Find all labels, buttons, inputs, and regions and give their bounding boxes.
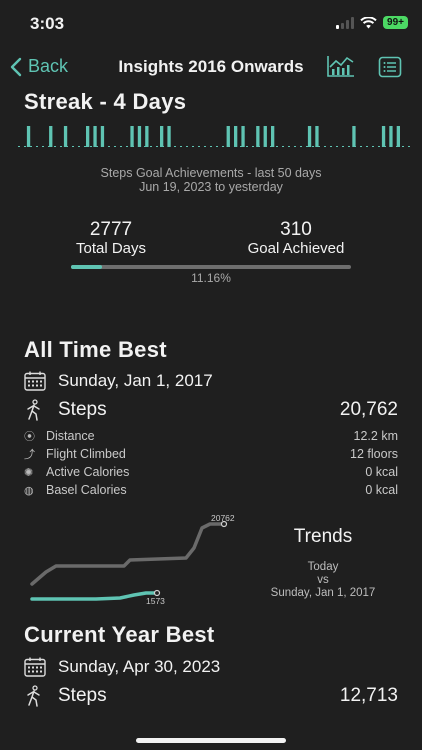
total-days-value: 2777 — [89, 219, 133, 240]
streak-day-bar — [100, 126, 105, 147]
metric-label: Distance — [46, 429, 95, 443]
goal-progress-fill — [71, 265, 103, 269]
flame-icon: ✺ — [24, 466, 34, 479]
metric-row: ◍ Basel Calories 0 kcal — [24, 483, 398, 497]
metric-label: Flight Climbed — [46, 447, 126, 461]
trends-line3: Sunday, Jan 1, 2017 — [270, 587, 376, 599]
current-year-best-title: Current Year Best — [24, 622, 215, 647]
cellular-signal-icon — [336, 16, 355, 29]
status-icons: 99+ — [336, 16, 408, 29]
metric-value: 12 floors — [350, 447, 398, 461]
total-days-label: Total Days — [75, 240, 147, 257]
streak-day-bar — [160, 126, 164, 147]
streak-day-bar — [137, 126, 142, 147]
streak-day-bar — [145, 126, 149, 147]
current-year-best-steps-value: 12,713 — [339, 685, 398, 706]
walker-icon — [27, 685, 40, 707]
goal-percent: 11.16% — [191, 271, 231, 285]
all-time-best-steps-value: 20,762 — [339, 399, 398, 420]
streak-bars — [18, 126, 410, 147]
battery-badge: 99+ — [383, 16, 408, 29]
trends-line2: vs — [317, 574, 329, 586]
goal-achieved-value: 310 — [280, 219, 312, 240]
streak-day-bar — [271, 126, 275, 147]
chevron-left-icon — [10, 57, 22, 76]
wifi-icon — [360, 16, 377, 28]
metric-row: ⦿ Distance 12.2 km — [24, 428, 398, 444]
streak-day-bar — [241, 126, 245, 147]
streak-day-bar — [307, 126, 312, 147]
metric-row: ✺ Active Calories 0 kcal — [24, 465, 398, 479]
page-title: Insights 2016 Onwards — [118, 57, 304, 76]
streak-day-bar — [263, 126, 267, 147]
fire-icon: ◍ — [24, 484, 34, 497]
streak-title: Streak - 4 Days — [24, 89, 187, 114]
streak-day-bar — [63, 126, 68, 147]
metric-label: Basel Calories — [46, 483, 127, 497]
streak-day-bar — [93, 126, 97, 147]
trends-line1: Today — [307, 561, 339, 573]
metric-label: Active Calories — [46, 465, 130, 479]
trends-title: Trends — [293, 526, 353, 547]
distance-icon: ⦿ — [24, 431, 35, 443]
streak-day-bar — [381, 126, 386, 147]
streak-day-bar — [396, 126, 400, 147]
metric-value: 12.2 km — [353, 429, 398, 443]
back-label: Back — [28, 56, 69, 76]
stairs-icon: ⤴ — [24, 449, 35, 461]
streak-caption-line1: Steps Goal Achievements - last 50 days — [100, 166, 322, 180]
streak-day-bar — [256, 126, 260, 147]
today-line — [30, 591, 159, 601]
today-value-label: 1573 — [146, 596, 165, 606]
goal-progress-bar — [71, 265, 351, 269]
streak-day-bar — [167, 126, 171, 147]
streak-day-bar — [352, 126, 356, 147]
best-day-line — [30, 522, 226, 586]
calendar-icon — [24, 657, 46, 677]
walker-icon — [27, 399, 40, 421]
streak-day-bar — [389, 126, 393, 147]
current-year-best-date: Sunday, Apr 30, 2023 — [58, 657, 221, 676]
all-time-best-steps-label: Steps — [58, 399, 107, 420]
metric-value: 0 kcal — [365, 483, 398, 497]
best-day-value-label: 20762 — [211, 513, 235, 523]
streak-day-bar — [130, 126, 134, 147]
metric-value: 0 kcal — [365, 465, 398, 479]
streak-day-bar — [234, 126, 238, 147]
streak-caption-line2: Jun 19, 2023 to yesterday — [139, 180, 283, 194]
chart-icon[interactable] — [326, 54, 356, 78]
streak-day-bar — [315, 126, 319, 147]
back-button[interactable]: Back — [10, 56, 68, 77]
trends-chart: 20762 1573 — [30, 513, 235, 606]
all-time-best-date: Sunday, Jan 1, 2017 — [58, 371, 213, 390]
current-year-best-steps-label: Steps — [58, 685, 107, 706]
list-icon[interactable] — [378, 56, 402, 78]
calendar-icon — [24, 371, 46, 391]
today-end-marker — [153, 589, 161, 597]
trends-caption: Today vs Sunday, Jan 1, 2017 — [250, 561, 396, 600]
home-indicator[interactable] — [136, 738, 286, 743]
streak-day-bar — [86, 126, 90, 147]
streak-day-bar — [226, 126, 230, 147]
streak-day-bar — [49, 126, 53, 147]
metric-row: ⤴ Flight Climbed 12 floors — [24, 446, 398, 462]
all-time-best-title: All Time Best — [24, 337, 167, 362]
status-time: 3:03 — [30, 14, 65, 33]
streak-day-bar — [26, 126, 31, 147]
goal-achieved-label: Goal Achieved — [247, 240, 345, 257]
